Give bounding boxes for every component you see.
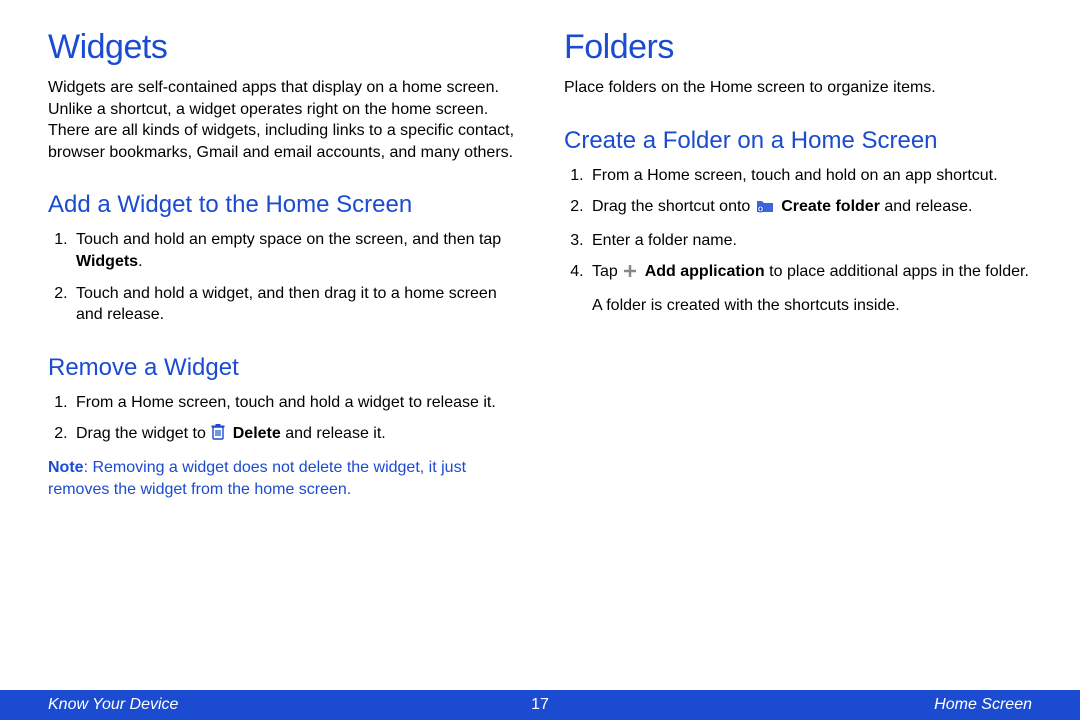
remove-widget-steps: From a Home screen, touch and hold a wid… [48, 392, 516, 447]
footer-right: Home Screen [934, 696, 1032, 714]
text: and release it. [281, 425, 386, 442]
list-item: Tap Add application to place additional … [588, 261, 1032, 285]
page-body: Widgets Widgets are self-contained apps … [0, 0, 1080, 690]
folders-heading: Folders [564, 28, 1032, 67]
left-column: Widgets Widgets are self-contained apps … [48, 28, 516, 690]
list-item: Touch and hold an empty space on the scr… [72, 229, 516, 272]
widgets-intro: Widgets are self-contained apps that dis… [48, 77, 516, 163]
remove-widget-note: Note: Removing a widget does not delete … [48, 457, 516, 500]
text: Drag the widget to [76, 425, 210, 442]
bold-text: Widgets [76, 253, 138, 270]
folders-intro: Place folders on the Home screen to orga… [564, 77, 1032, 99]
list-item: Drag the widget to Delete and release it… [72, 423, 516, 447]
note-text: : Removing a widget does not delete the … [48, 459, 466, 498]
bold-text: Delete [233, 425, 281, 442]
delete-icon [211, 424, 225, 447]
footer-left: Know Your Device [48, 696, 178, 714]
create-folder-steps: From a Home screen, touch and hold on an… [564, 165, 1032, 285]
plus-icon [623, 263, 637, 285]
create-folder-heading: Create a Folder on a Home Screen [564, 127, 1032, 155]
list-item: From a Home screen, touch and hold on an… [588, 165, 1032, 187]
text: . [138, 253, 142, 270]
page-footer: Know Your Device 17 Home Screen [0, 690, 1080, 720]
remove-widget-heading: Remove a Widget [48, 354, 516, 382]
page-number: 17 [531, 696, 549, 714]
widgets-heading: Widgets [48, 28, 516, 67]
add-widget-heading: Add a Widget to the Home Screen [48, 191, 516, 219]
bold-text: Add application [645, 263, 765, 280]
text: to place additional apps in the folder. [765, 263, 1029, 280]
text: Tap [592, 263, 622, 280]
add-widget-steps: Touch and hold an empty space on the scr… [48, 229, 516, 325]
bold-text: Create folder [781, 198, 880, 215]
list-item: Enter a folder name. [588, 230, 1032, 252]
note-label: Note [48, 459, 84, 476]
create-folder-icon [756, 198, 774, 220]
text: Touch and hold an empty space on the scr… [76, 231, 501, 248]
list-item: Touch and hold a widget, and then drag i… [72, 283, 516, 326]
text: Drag the shortcut onto [592, 198, 755, 215]
list-item: Drag the shortcut onto Create folder and… [588, 196, 1032, 220]
text: and release. [880, 198, 973, 215]
right-column: Folders Place folders on the Home screen… [564, 28, 1032, 690]
create-folder-tail: A folder is created with the shortcuts i… [592, 295, 1032, 317]
list-item: From a Home screen, touch and hold a wid… [72, 392, 516, 414]
